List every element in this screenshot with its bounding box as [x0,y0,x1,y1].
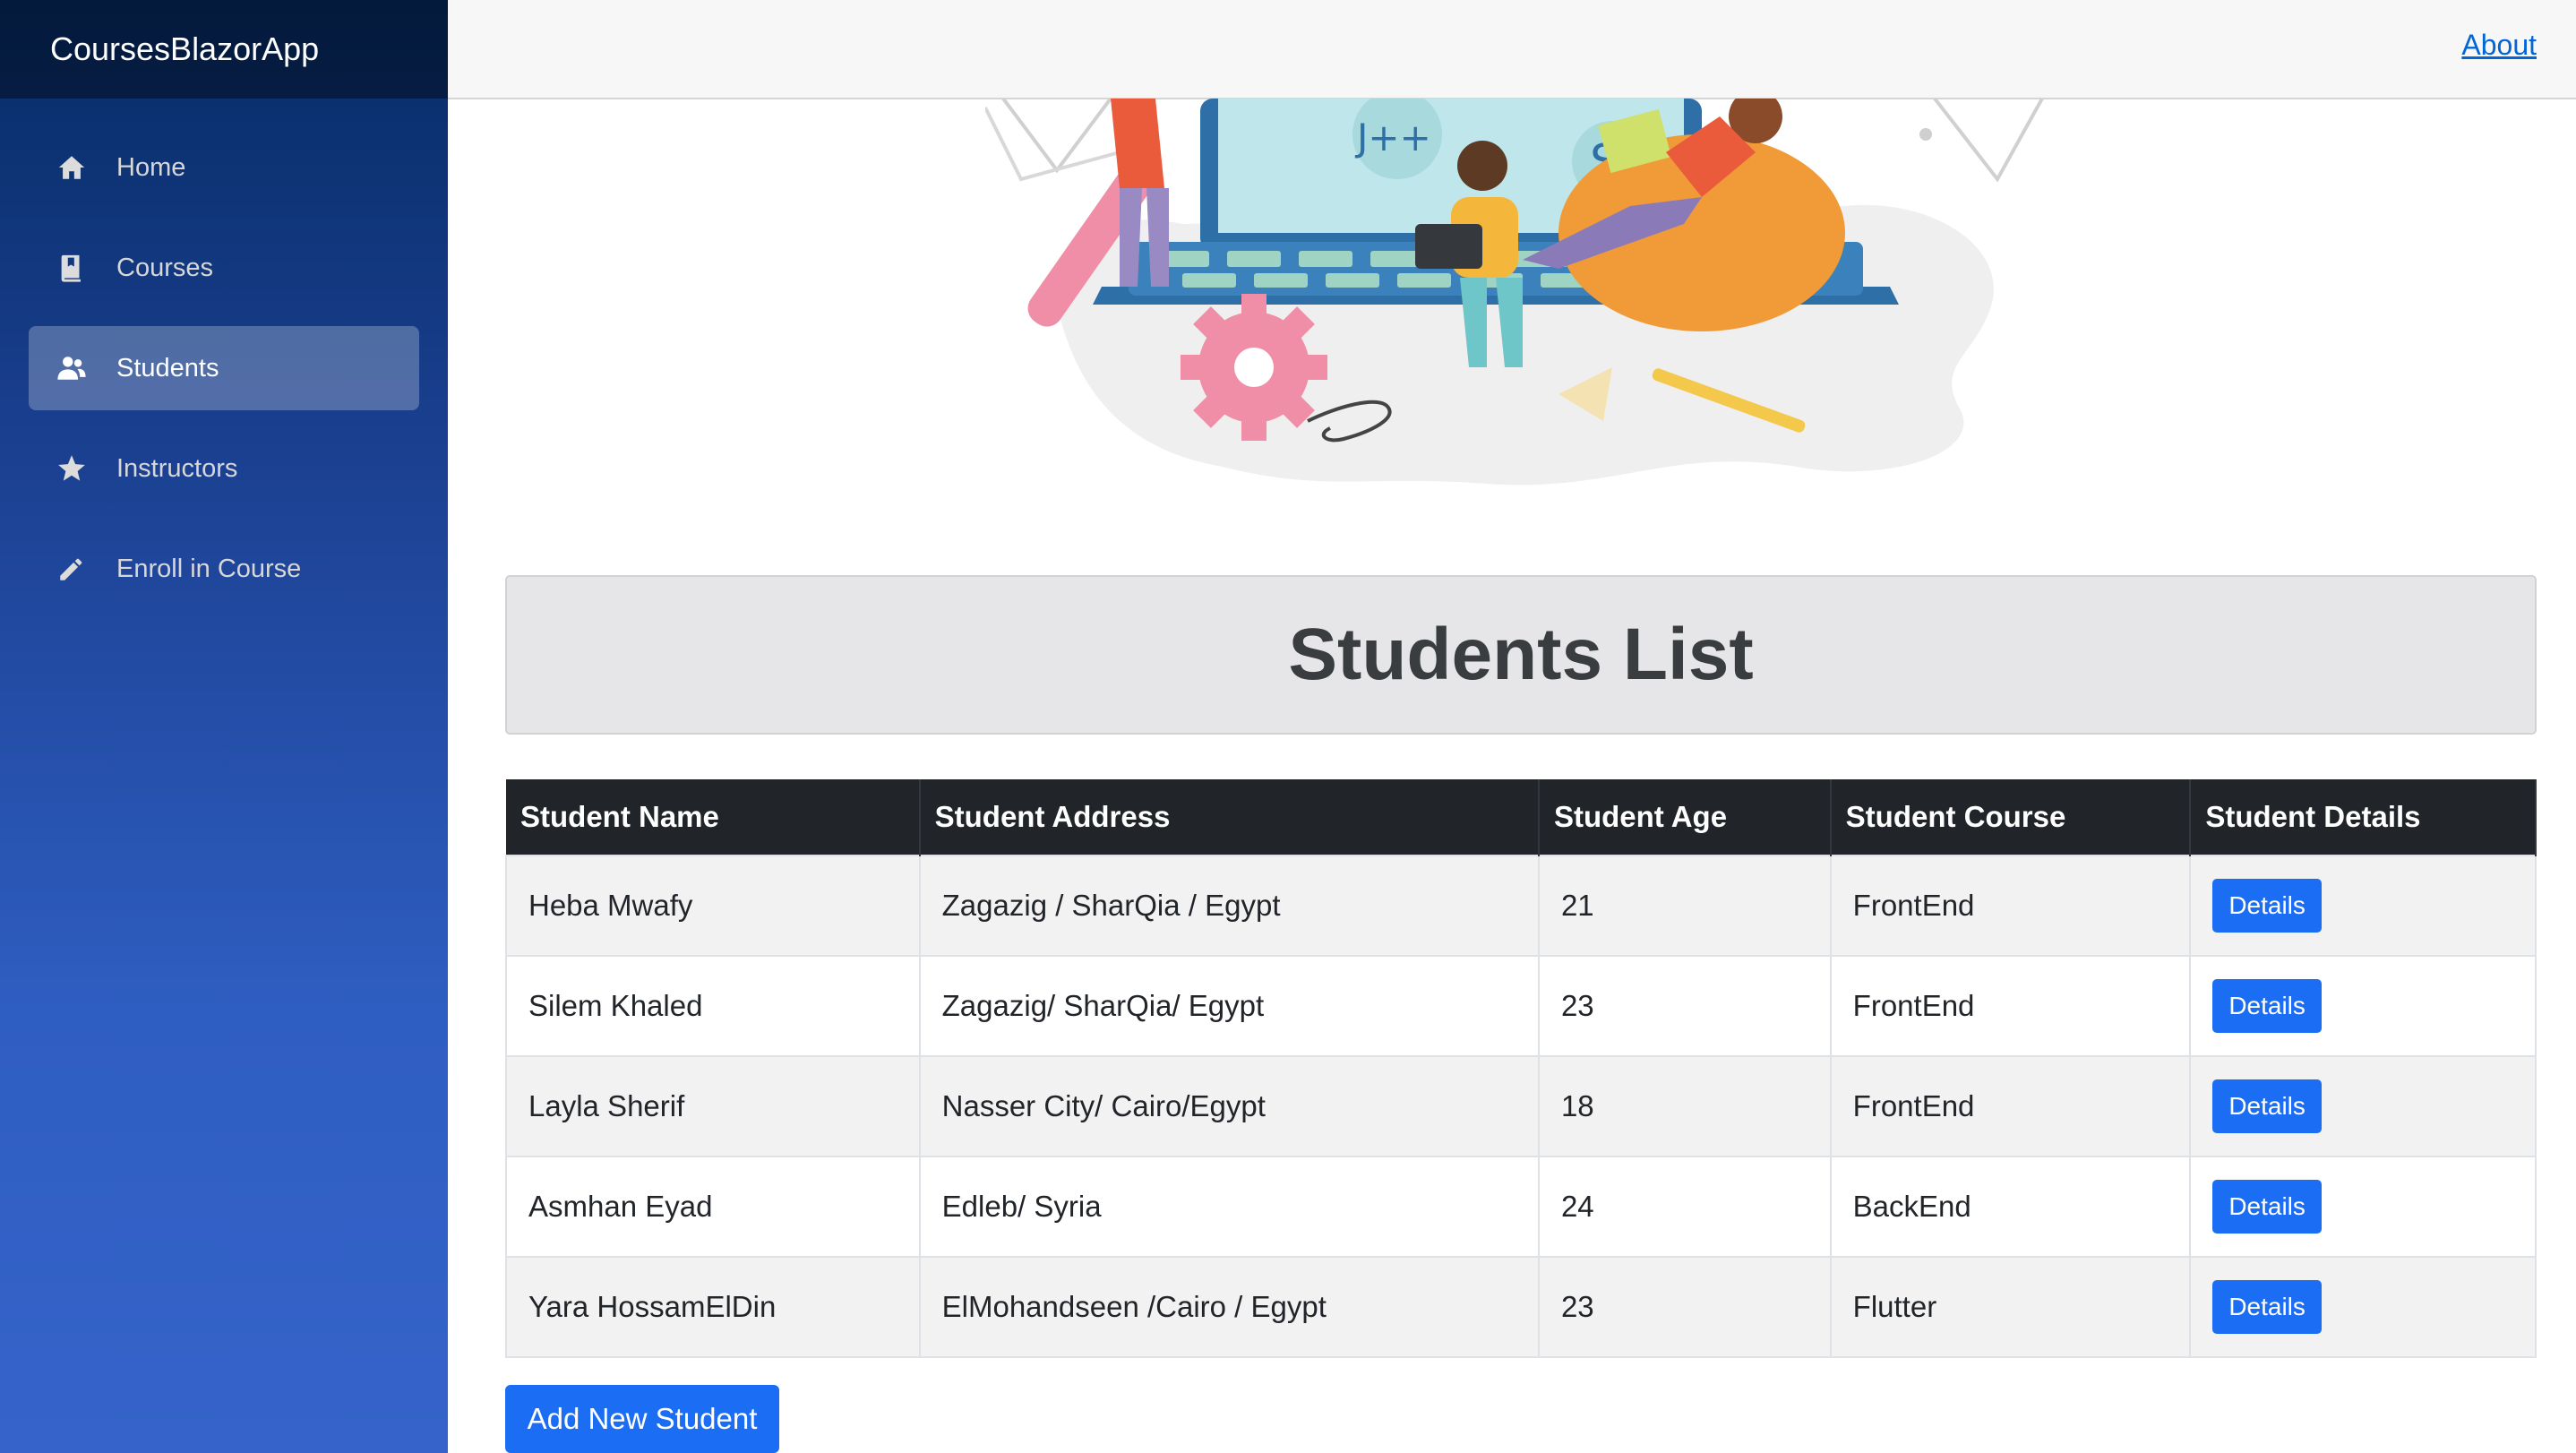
table-row: Heba Mwafy Zagazig / SharQia / Egypt 21 … [505,855,2537,957]
cell-address: Nasser City/ Cairo/Egypt [918,1055,1540,1157]
details-button[interactable]: Details [2212,1280,2322,1334]
cell-age: 18 [1537,1055,1832,1157]
about-link[interactable]: About [2461,29,2537,62]
brand-bar: CoursesBlazorApp [0,0,448,99]
cell-course: BackEnd [1829,1156,2192,1258]
app-brand[interactable]: CoursesBlazorApp [50,30,319,68]
header-student-details: Student Details [2190,779,2537,855]
header-student-course: Student Course [1830,779,2192,855]
cell-course: FrontEnd [1829,855,2192,957]
students-table: Student Name Student Address Student Age… [505,779,2537,1358]
book-icon [56,252,88,284]
sidebar: CoursesBlazorApp Home Courses Students I… [0,0,448,1453]
details-button[interactable]: Details [2212,1079,2322,1133]
sidebar-item-label: Home [116,152,186,182]
cell-details: Details [2189,1256,2537,1358]
sidebar-item-label: Courses [116,253,213,282]
hero-illustration: J++ S [983,90,2060,493]
cell-details: Details [2189,1055,2537,1157]
table-row: Layla Sherif Nasser City/ Cairo/Egypt 18… [505,1055,2537,1157]
cell-name: Yara HossamElDin [505,1256,921,1358]
home-icon [56,151,88,184]
people-icon [56,352,88,384]
cell-course: FrontEnd [1829,1055,2192,1157]
sidebar-item-label: Instructors [116,453,238,483]
cell-name: Asmhan Eyad [505,1156,921,1258]
cell-details: Details [2189,855,2537,957]
sidebar-nav: Home Courses Students Instructors Enroll… [0,99,448,611]
sidebar-item-instructors[interactable]: Instructors [29,426,419,511]
sidebar-item-label: Students [116,353,219,383]
cell-address: ElMohandseen /Cairo / Egypt [918,1256,1540,1358]
page-title: Students List [1288,614,1754,695]
cell-name: Silem Khaled [505,955,921,1057]
cell-age: 23 [1537,955,1832,1057]
cell-name: Layla Sherif [505,1055,921,1157]
cell-address: Zagazig / SharQia / Egypt [918,855,1540,957]
table-row: Yara HossamElDin ElMohandseen /Cairo / E… [505,1256,2537,1358]
sidebar-item-label: Enroll in Course [116,554,302,583]
table-header-row: Student Name Student Address Student Age… [506,779,2537,855]
header-student-address: Student Address [919,779,1540,855]
cell-course: Flutter [1829,1256,2192,1358]
sidebar-item-courses[interactable]: Courses [29,226,419,310]
top-row: About [448,0,2576,99]
star-icon [56,452,88,485]
add-new-student-button[interactable]: Add New Student [505,1385,779,1453]
sidebar-item-students[interactable]: Students [29,326,419,410]
header-student-name: Student Name [506,779,921,855]
hero-badge-j: J++ [1354,116,1431,159]
table-row: Asmhan Eyad Edleb/ Syria 24 BackEnd Deta… [505,1156,2537,1258]
details-button[interactable]: Details [2212,879,2322,933]
cell-age: 23 [1537,1256,1832,1358]
cell-age: 21 [1537,855,1832,957]
details-button[interactable]: Details [2212,1180,2322,1234]
cell-address: Edleb/ Syria [918,1156,1540,1258]
table-row: Silem Khaled Zagazig/ SharQia/ Egypt 23 … [505,955,2537,1057]
sidebar-item-enroll[interactable]: Enroll in Course [29,527,419,611]
cell-address: Zagazig/ SharQia/ Egypt [918,955,1540,1057]
cell-age: 24 [1537,1156,1832,1258]
cell-course: FrontEnd [1829,955,2192,1057]
sidebar-item-home[interactable]: Home [29,125,419,210]
pencil-icon [56,553,88,585]
cell-name: Heba Mwafy [505,855,921,957]
cell-details: Details [2189,955,2537,1057]
header-student-age: Student Age [1538,779,1832,855]
details-button[interactable]: Details [2212,979,2322,1033]
cell-details: Details [2189,1156,2537,1258]
page-title-box: Students List [505,575,2537,735]
